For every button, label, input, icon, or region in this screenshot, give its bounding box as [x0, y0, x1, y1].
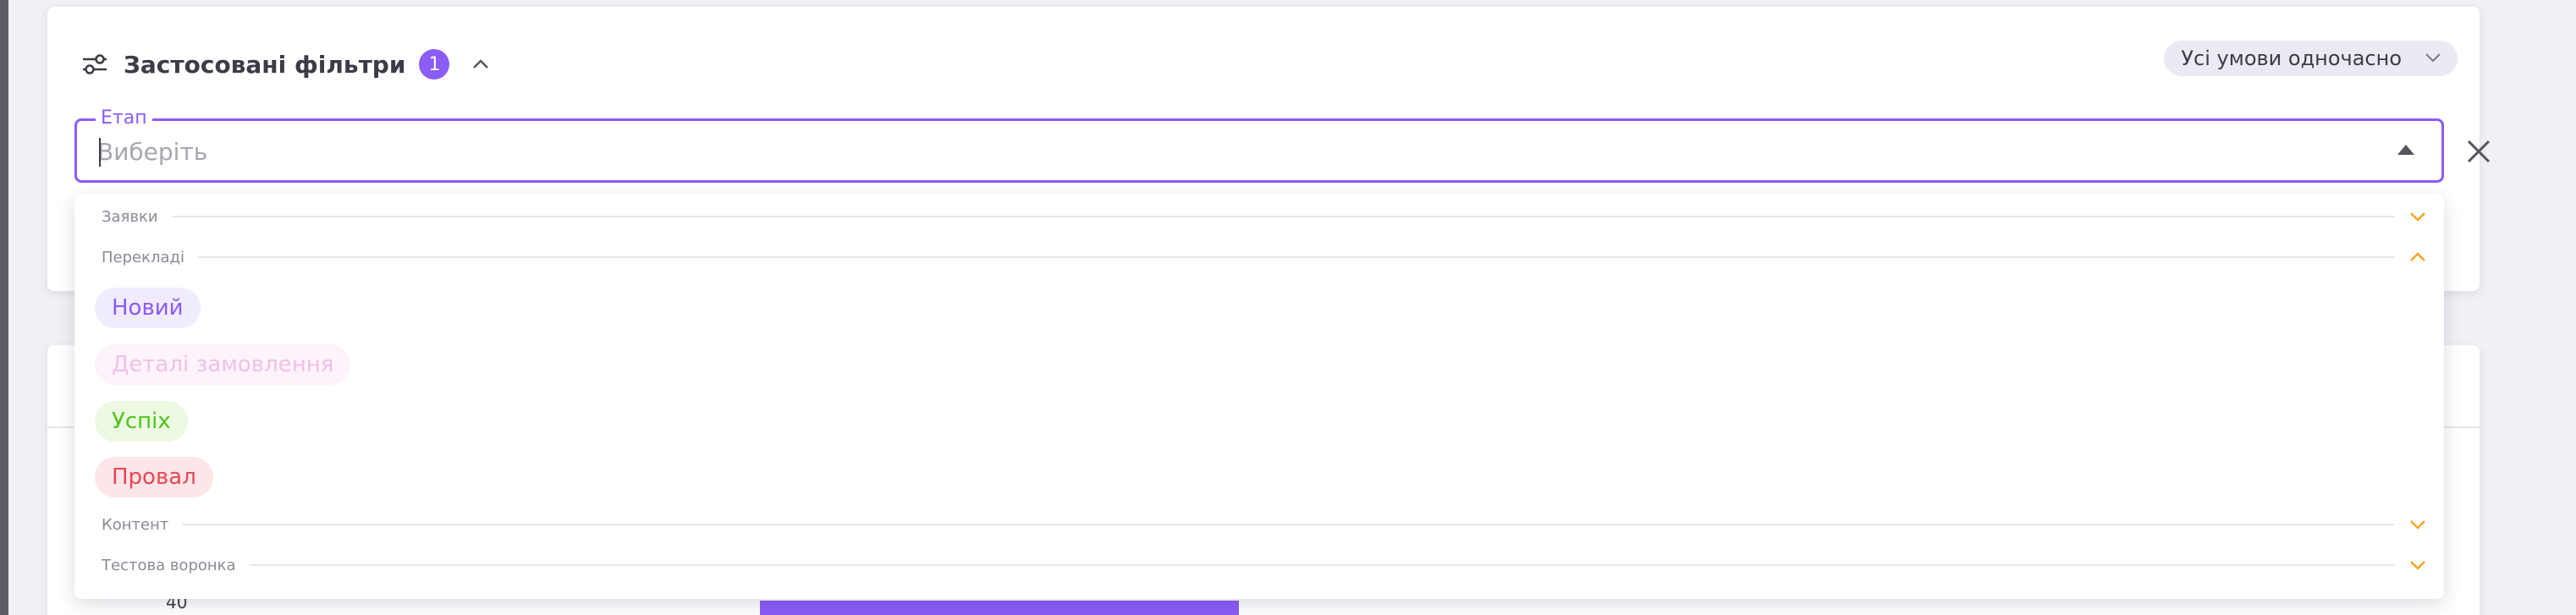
- stage-dropdown: Заявки Перекладі Новий Деталі замовлення…: [74, 195, 2444, 599]
- group-label: Контент: [102, 515, 169, 534]
- group-divider: [249, 564, 2395, 566]
- filters-title: Застосовані фільтри: [124, 50, 406, 79]
- text-caret: [99, 138, 101, 167]
- arrow-up-icon[interactable]: [2397, 145, 2414, 155]
- group-label: Тестова воронка: [102, 556, 236, 574]
- chevron-down-icon[interactable]: [2408, 518, 2427, 531]
- stage-input[interactable]: [97, 136, 2331, 167]
- chevron-down-icon[interactable]: [2408, 558, 2427, 572]
- group-header-test-funnel[interactable]: Тестова воронка: [74, 548, 2444, 582]
- close-icon[interactable]: [2464, 137, 2493, 166]
- window-edge: [0, 0, 8, 615]
- condition-mode-value: Усі умови одночасно: [2181, 47, 2402, 70]
- group-label: Заявки: [102, 207, 158, 226]
- option-chip-new[interactable]: Новий: [95, 288, 201, 328]
- chevron-up-icon[interactable]: [470, 53, 492, 75]
- sliders-icon: [83, 54, 107, 74]
- option-chip-failure[interactable]: Провал: [95, 457, 213, 497]
- group-header-content[interactable]: Контент: [74, 508, 2444, 541]
- chart-bar[interactable]: [760, 601, 1239, 615]
- option-chip-success[interactable]: Успіх: [95, 401, 188, 442]
- group-divider: [171, 216, 2395, 217]
- chevron-down-icon[interactable]: [2408, 210, 2427, 223]
- group-divider: [182, 524, 2395, 525]
- option-chip-order-details: Деталі замовлення: [95, 344, 351, 385]
- group-divider: [197, 256, 2395, 258]
- chevron-down-icon: [2425, 53, 2441, 63]
- filters-header: Застосовані фільтри 1: [81, 44, 492, 85]
- chevron-up-icon[interactable]: [2408, 250, 2427, 264]
- filters-count-badge: 1: [419, 49, 450, 80]
- stage-field-label: Етап: [96, 107, 152, 129]
- stage-select-field[interactable]: Етап: [74, 107, 2444, 183]
- group-header-translations[interactable]: Перекладі: [74, 240, 2444, 274]
- group-header-requests[interactable]: Заявки: [74, 200, 2444, 233]
- group-label: Перекладі: [102, 248, 184, 266]
- condition-mode-select[interactable]: Усі умови одночасно: [2164, 41, 2458, 76]
